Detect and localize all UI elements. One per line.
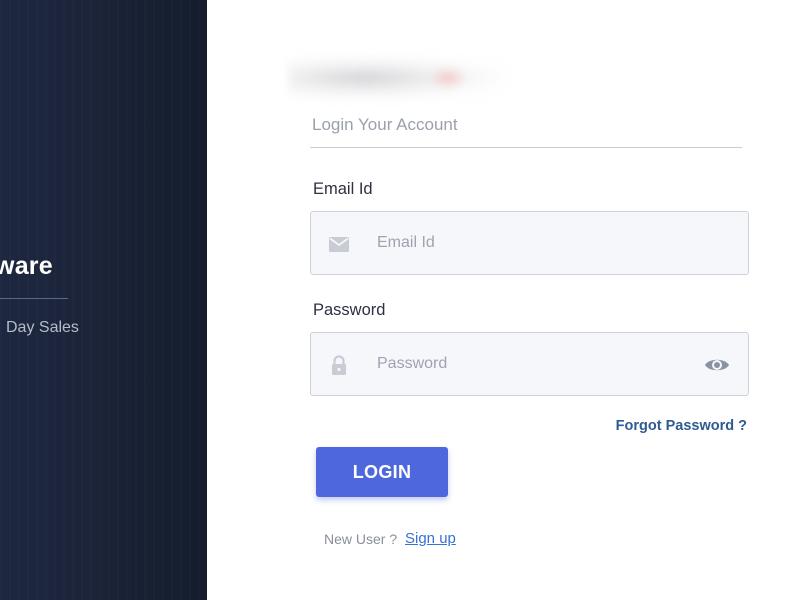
login-button[interactable]: LOGIN bbox=[316, 447, 448, 497]
eye-icon[interactable] bbox=[704, 354, 730, 376]
brand-sidebar: ftware Day Sales bbox=[0, 0, 207, 600]
email-label: Email Id bbox=[313, 180, 373, 198]
brand-title: ftware bbox=[0, 252, 53, 280]
envelope-icon bbox=[328, 233, 350, 255]
email-field-container[interactable] bbox=[310, 211, 749, 275]
password-label: Password bbox=[313, 301, 386, 319]
password-field-container[interactable] bbox=[310, 332, 749, 396]
company-logo bbox=[288, 55, 506, 101]
new-user-text: New User ? bbox=[324, 531, 398, 547]
brand-subtitle-text: Day Sales bbox=[6, 319, 79, 336]
login-heading: Login Your Account bbox=[312, 115, 458, 134]
signup-link[interactable]: Sign up bbox=[405, 530, 456, 547]
brand-divider bbox=[0, 298, 68, 299]
password-input[interactable] bbox=[377, 333, 677, 395]
forgot-password-link[interactable]: Forgot Password ? bbox=[616, 418, 747, 434]
lock-icon bbox=[328, 354, 350, 376]
heading-divider bbox=[310, 147, 742, 148]
brand-subtitle: Day Sales bbox=[0, 318, 79, 337]
email-input[interactable] bbox=[377, 212, 677, 274]
